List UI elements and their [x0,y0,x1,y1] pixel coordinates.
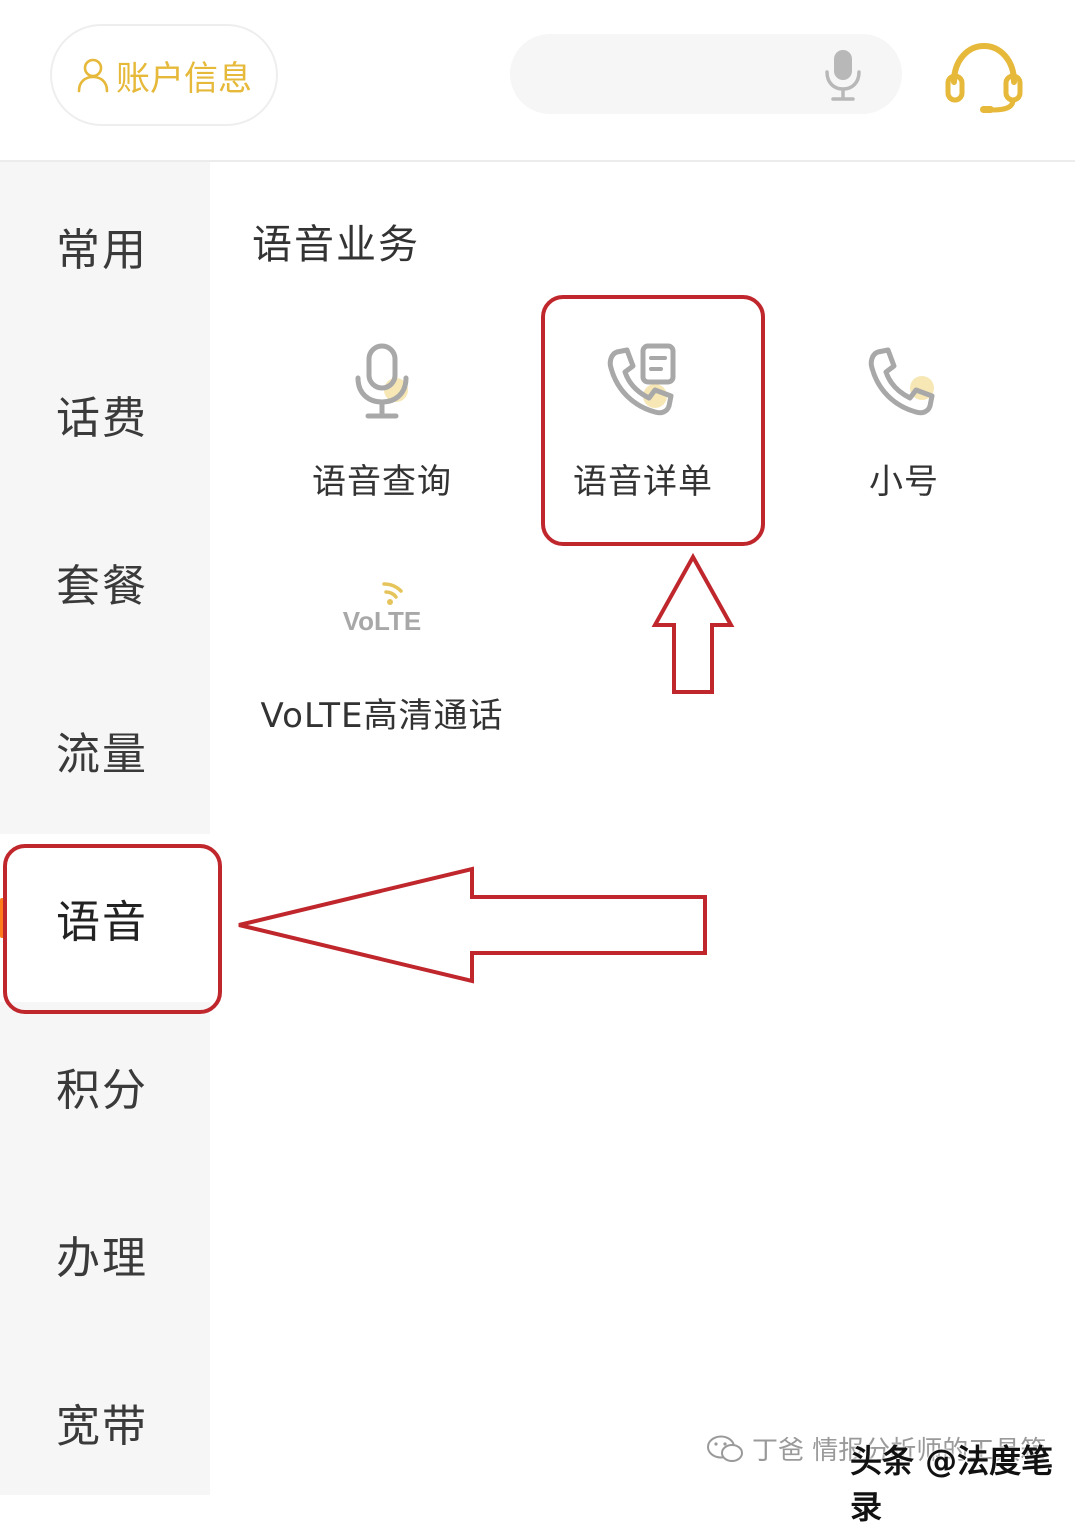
search-input[interactable] [510,34,902,114]
voice-search-icon[interactable] [822,48,864,102]
sidebar-item-handle[interactable]: 办理 [0,1170,210,1338]
section-title: 语音业务 [252,222,420,268]
active-indicator [0,898,4,938]
sidebar-item-label: 语音 [56,897,148,948]
sidebar-item-data[interactable]: 流量 [0,666,210,834]
service-label: 语音详单 [573,462,713,502]
sidebar-item-voice[interactable]: 语音 [0,834,210,1002]
sidebar-item-label: 办理 [56,1233,148,1284]
arrow-left [238,866,707,984]
service-voice-query[interactable]: 语音查询 [262,342,502,542]
phone-icon [864,342,944,422]
sidebar-item-label: 积分 [56,1065,148,1116]
microphone-icon [342,342,422,422]
service-label: 小号 [869,462,939,502]
customer-service-headset-icon[interactable] [944,38,1024,114]
sidebar-item-label: 话费 [56,393,148,444]
watermark-brand: 头条 @法度笔录 [850,1442,1054,1526]
sidebar-item-broadband[interactable]: 宽带 [0,1338,210,1506]
account-info-button[interactable]: 账户信息 [50,24,278,126]
phone-detail-icon [603,342,683,422]
top-header: 账户信息 [0,0,1075,162]
service-voice-detail[interactable]: 语音详单 [523,342,763,542]
arrow-up [651,552,735,694]
wechat-icon [707,1435,743,1462]
sidebar-item-plan[interactable]: 套餐 [0,498,210,666]
category-sidebar: 常用 话费 套餐 流量 语音 积分 办理 宽带 [0,162,210,1495]
sidebar-item-label: 流量 [56,729,148,780]
service-small-number[interactable]: 小号 [784,342,1024,542]
volte-icon: VoLTE [342,576,422,646]
sidebar-item-points[interactable]: 积分 [0,1002,210,1170]
user-icon [77,58,109,93]
service-label: 语音查询 [312,462,452,502]
volte-icon-text: VoLTE [343,606,421,636]
service-volte[interactable]: VoLTE VoLTE高清通话 [261,576,502,776]
sidebar-item-common[interactable]: 常用 [0,162,210,330]
sidebar-item-label: 套餐 [56,561,148,612]
sidebar-item-label: 常用 [56,225,148,276]
sidebar-item-phone-bill[interactable]: 话费 [0,330,210,498]
service-label: VoLTE高清通话 [260,696,504,736]
sidebar-item-label: 宽带 [56,1401,148,1452]
account-info-label: 账户信息 [116,58,252,99]
